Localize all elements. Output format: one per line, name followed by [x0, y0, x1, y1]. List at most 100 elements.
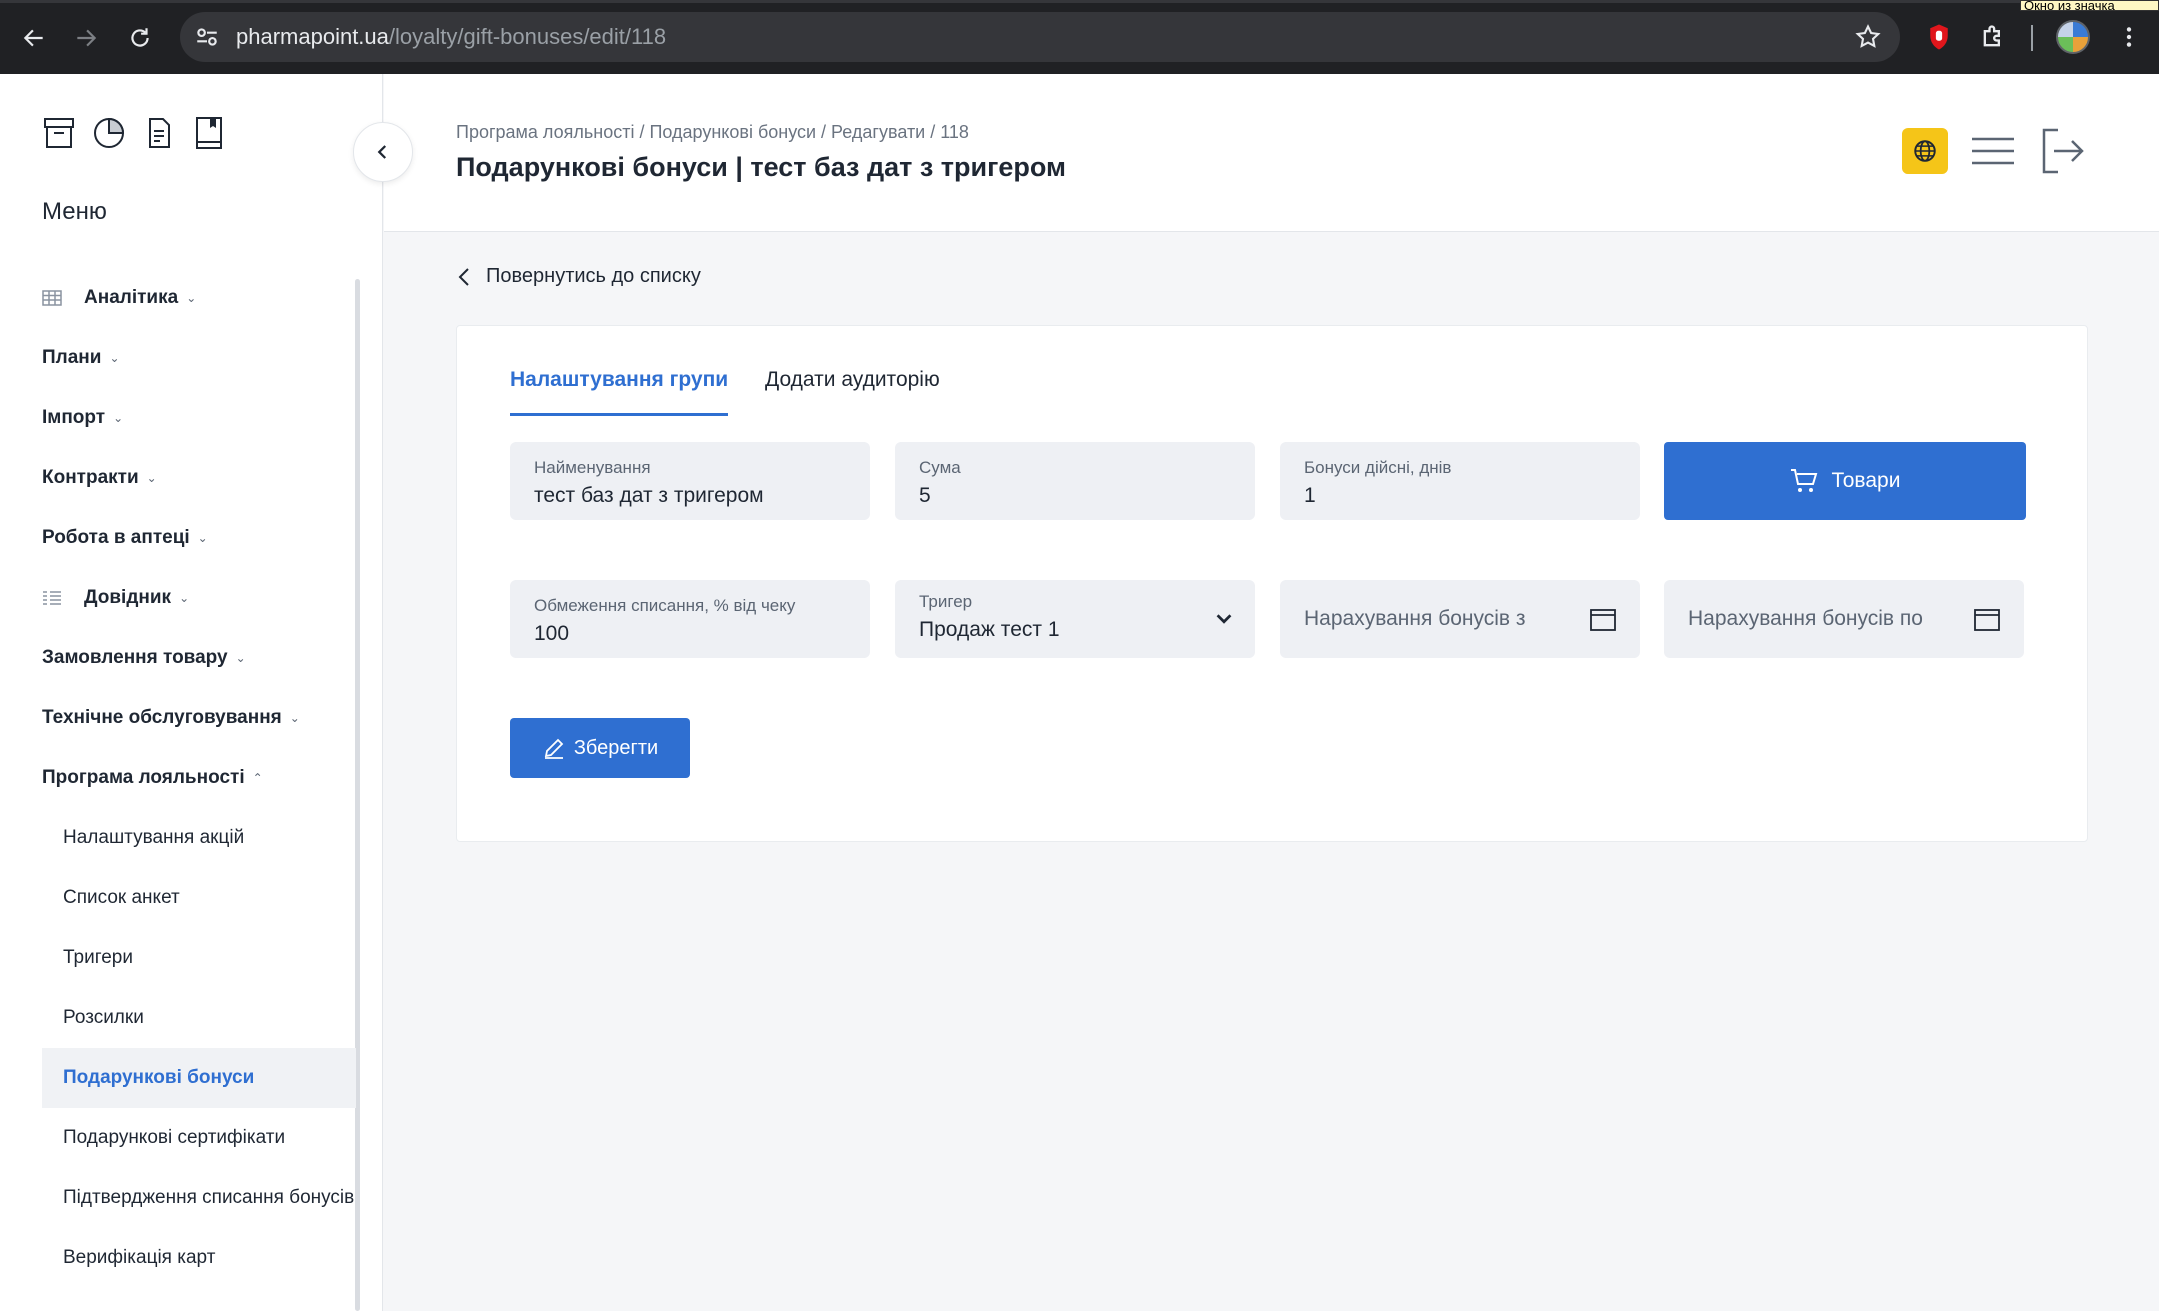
toolbar-separator: [2031, 25, 2033, 51]
archive-box-icon: [44, 118, 74, 148]
chevron-down-icon: ⌄: [179, 591, 190, 605]
tab-group-settings[interactable]: Налаштування групи: [510, 368, 729, 416]
forward-button[interactable]: [66, 18, 106, 58]
kebab-menu-icon: [2126, 27, 2132, 47]
bookmark-star-icon[interactable]: [1854, 23, 1882, 51]
arrow-right-icon: [77, 29, 97, 47]
sidebar-subitem-triggers[interactable]: Тригери: [63, 938, 356, 978]
sidebar-subitem-card-verification[interactable]: Верифікація карт: [63, 1238, 356, 1278]
chart-shortcut[interactable]: [92, 114, 126, 152]
sidebar-item-analytics[interactable]: Аналітика ⌄: [42, 278, 196, 318]
sidebar-subitem-mailings[interactable]: Розсилки: [63, 998, 356, 1038]
chevron-down-icon: ⌄: [113, 411, 124, 425]
pie-chart-icon: [94, 117, 125, 148]
sidebar-item-plans[interactable]: Плани ⌄: [42, 338, 120, 378]
date-from-field[interactable]: Нарахування бонусів з: [1280, 580, 1640, 658]
chevron-down-icon: [1216, 614, 1232, 624]
sidebar-item-label: Контракти: [42, 467, 139, 488]
sidebar-item-label: Замовлення товару: [42, 647, 228, 668]
breadcrumb[interactable]: Програма лояльності / Подарункові бонуси…: [456, 122, 969, 143]
calendar-icon[interactable]: [1590, 607, 1616, 631]
globe-icon: [1914, 140, 1936, 162]
cart-icon: [1790, 469, 1817, 492]
reload-button[interactable]: [120, 18, 160, 58]
field-placeholder: Нарахування бонусів з: [1304, 607, 1526, 630]
field-label: Бонуси дійсні, днів: [1304, 458, 1452, 477]
url-host: pharmapoint.ua: [236, 24, 389, 49]
table-icon: [42, 289, 64, 307]
reload-icon: [131, 28, 149, 47]
arrow-left-icon: [23, 29, 43, 47]
sum-field[interactable]: Сума 5: [895, 442, 1255, 520]
puzzle-icon: [1983, 25, 2000, 47]
sidebar-item-directory[interactable]: Довідник ⌄: [42, 578, 189, 618]
hand-stop-icon: [1930, 24, 1948, 50]
extensions-button[interactable]: [1974, 18, 2012, 56]
field-label: Тригер: [919, 592, 973, 611]
hamburger-menu-icon[interactable]: [1970, 134, 2016, 168]
logout-icon[interactable]: [2040, 126, 2086, 176]
goods-button-label: Товари: [1831, 469, 1901, 492]
field-value: 1: [1304, 484, 1316, 507]
tooltip: Окно из значка: [2020, 0, 2159, 11]
field-label: Найменування: [534, 458, 651, 477]
sidebar-collapse-button[interactable]: [353, 122, 413, 182]
document-shortcut[interactable]: [142, 114, 176, 152]
list-icon: [42, 589, 64, 607]
goods-button[interactable]: Товари: [1664, 442, 2026, 520]
site-settings-icon[interactable]: [194, 24, 220, 50]
sidebar-subitem-gift-bonuses[interactable]: Подарункові бонуси: [63, 1058, 356, 1098]
sidebar-subitem-writeoff-confirmation[interactable]: Підтвердження списання бонусів: [63, 1178, 356, 1218]
tab-strip-edge: [0, 0, 2159, 3]
save-button[interactable]: Зберегти: [510, 718, 690, 778]
chevron-down-icon: ⌄: [109, 351, 120, 365]
chevron-down-icon: ⌄: [146, 471, 157, 485]
field-value: 5: [919, 484, 931, 507]
sidebar-quick-icons: [42, 114, 226, 152]
page-title: Подарункові бонуси | тест баз дат з триг…: [456, 152, 1066, 182]
sidebar-subitem-promo-settings[interactable]: Налаштування акцій: [63, 818, 356, 858]
field-label: Обмеження списання, % від чеку: [534, 596, 796, 615]
sidebar-subitem-gift-certificates[interactable]: Подарункові сертифікати: [63, 1118, 356, 1158]
form-card: Налаштування групи Додати аудиторію Найм…: [456, 325, 2088, 842]
sidebar-item-orders[interactable]: Замовлення товару ⌄: [42, 638, 246, 678]
back-to-list-link[interactable]: Повернутись до списку: [456, 265, 701, 288]
calendar-icon[interactable]: [1974, 607, 2000, 631]
sidebar-item-label: Програма лояльності: [42, 767, 245, 788]
archive-shortcut[interactable]: [42, 114, 76, 152]
name-field[interactable]: Найменування тест баз дат з тригером: [510, 442, 870, 520]
sidebar-item-loyalty[interactable]: Програма лояльності ⌃: [42, 758, 263, 798]
back-button[interactable]: [14, 18, 54, 58]
language-button[interactable]: [1902, 128, 1948, 174]
sidebar-item-maintenance[interactable]: Технічне обслуговування ⌄: [42, 698, 300, 738]
address-bar[interactable]: pharmapoint.ua/loyalty/gift-bonuses/edit…: [180, 12, 1900, 62]
tab-add-audience[interactable]: Додати аудиторію: [765, 368, 940, 416]
field-value: тест баз дат з тригером: [534, 484, 764, 507]
url-text: pharmapoint.ua/loyalty/gift-bonuses/edit…: [236, 24, 666, 50]
valid-days-field[interactable]: Бонуси дійсні, днів 1: [1280, 442, 1640, 520]
profile-avatar[interactable]: [2056, 20, 2090, 54]
sidebar-item-contracts[interactable]: Контракти ⌄: [42, 458, 157, 498]
save-button-label: Зберегти: [573, 736, 659, 759]
field-placeholder: Нарахування бонусів по: [1688, 607, 1923, 630]
field-value: 100: [534, 622, 570, 645]
field-label: Сума: [919, 458, 961, 477]
chevron-down-icon: ⌄: [289, 711, 300, 725]
chevron-down-icon: ⌄: [186, 291, 197, 305]
book-shortcut[interactable]: [192, 114, 226, 152]
sidebar-item-label: Довідник: [84, 587, 172, 608]
field-value: Продаж тест 1: [919, 618, 1060, 641]
browser-chrome: pharmapoint.ua/loyalty/gift-bonuses/edit…: [0, 0, 2159, 74]
menu-title: Меню: [42, 198, 107, 225]
page-header: Програма лояльності / Подарункові бонуси…: [384, 74, 2159, 232]
sidebar-item-label: Імпорт: [42, 407, 106, 428]
trigger-select[interactable]: Тригер Продаж тест 1: [895, 580, 1255, 658]
sidebar-item-import[interactable]: Імпорт ⌄: [42, 398, 123, 438]
sidebar-item-pharmacy-work[interactable]: Робота в аптеці ⌄: [42, 518, 208, 558]
writeoff-limit-field[interactable]: Обмеження списання, % від чеку 100: [510, 580, 870, 658]
sidebar-subitem-surveys[interactable]: Список анкет: [63, 878, 356, 918]
chevron-up-icon: ⌃: [252, 771, 263, 785]
extension-adblock-button[interactable]: [1920, 18, 1958, 56]
browser-menu-button[interactable]: [2110, 18, 2148, 56]
date-to-field[interactable]: Нарахування бонусів по: [1664, 580, 2024, 658]
